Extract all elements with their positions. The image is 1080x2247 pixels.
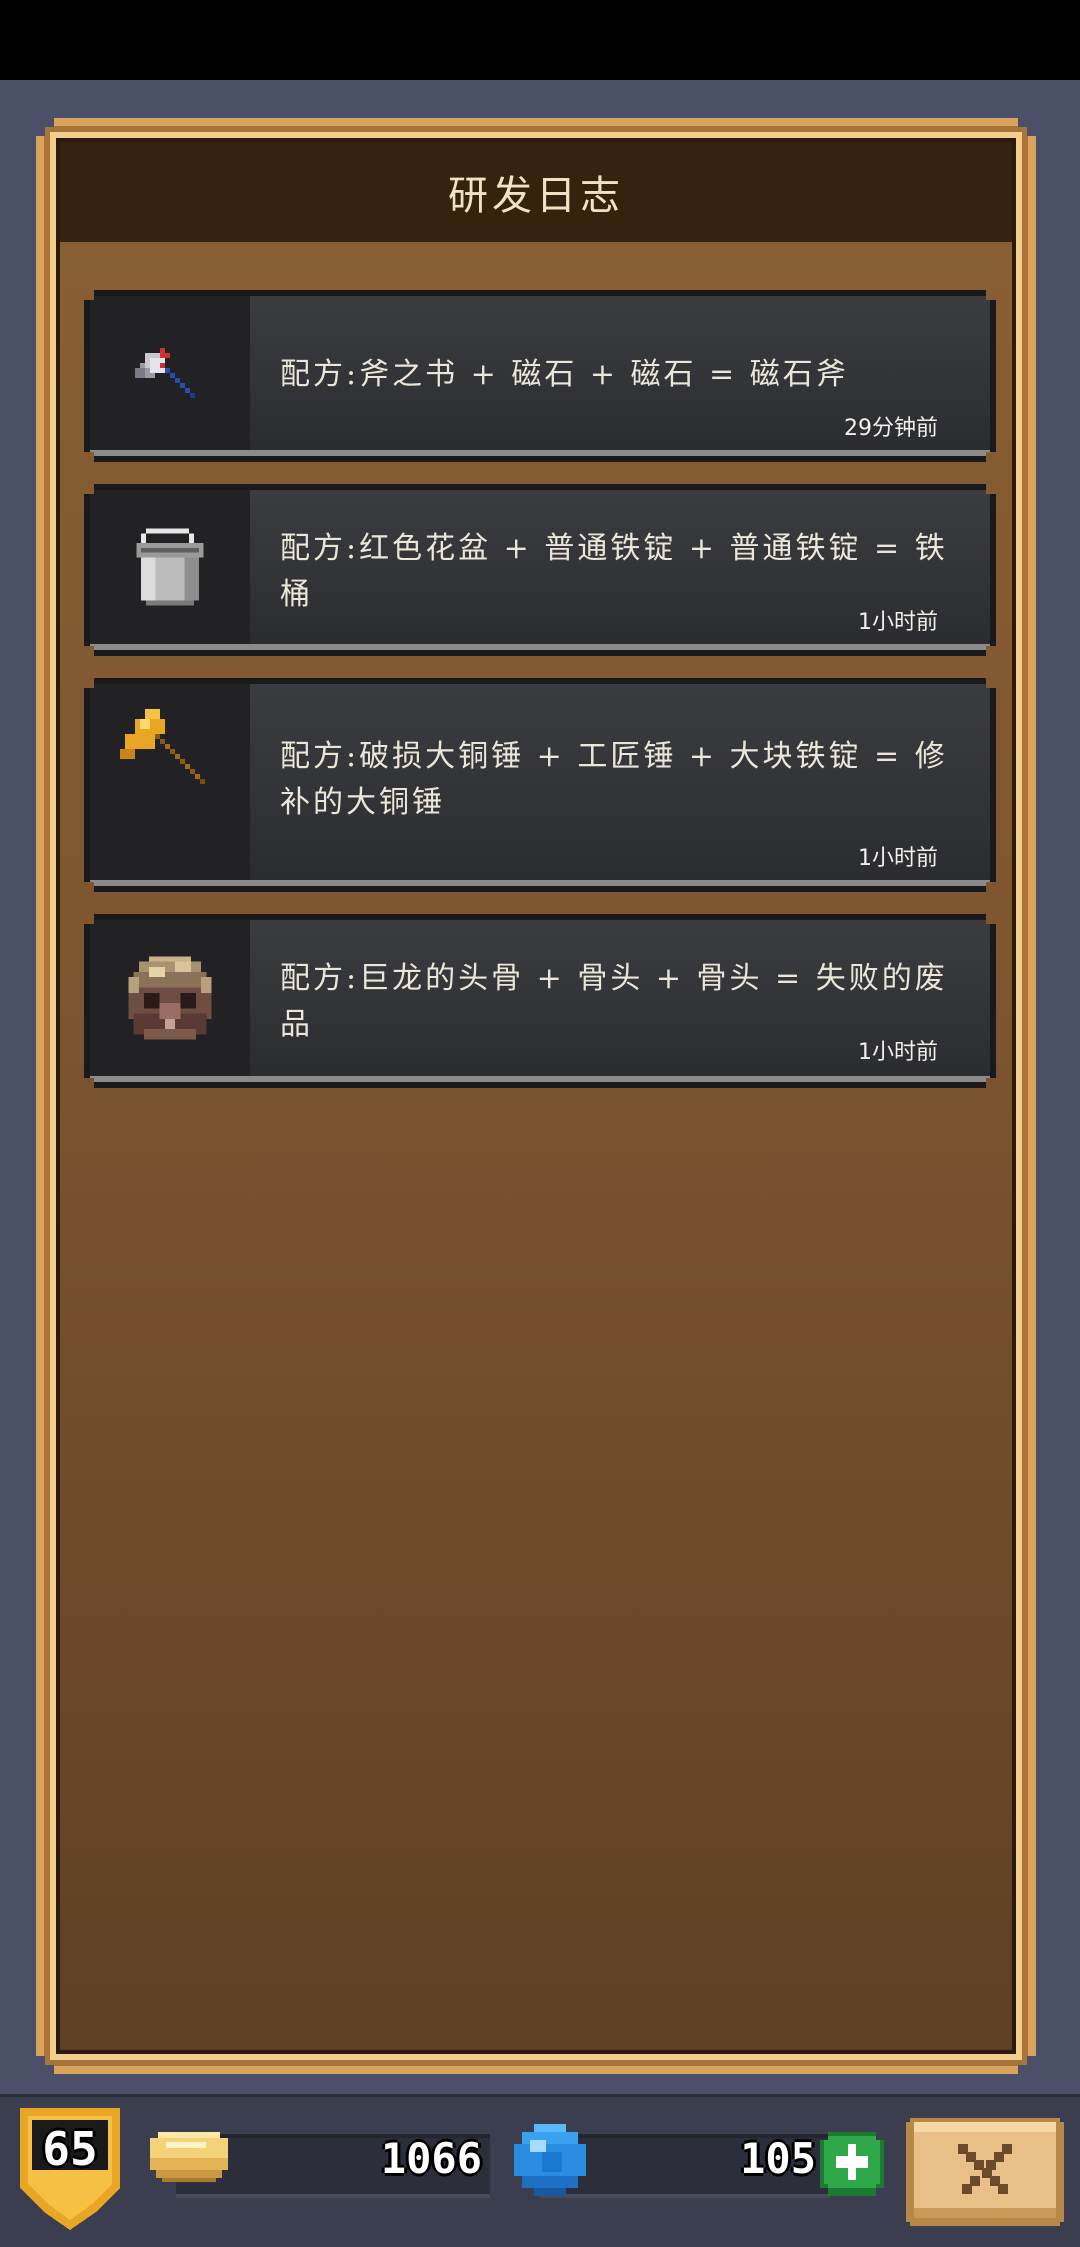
recipe-card-body: 配方:巨龙的头骨 + 骨头 + 骨头 = 失败的废品 1小时前: [90, 920, 990, 1082]
gold-coin-icon: [150, 2132, 228, 2182]
gem-amount: 105: [740, 2134, 816, 2183]
blue-gem-icon: [514, 2124, 586, 2196]
status-bar: [0, 0, 1080, 80]
recipe-formula: 配方:破损大铜锤 + 工匠锤 + 大块铁锭 = 修补的大铜锤: [280, 739, 948, 820]
player-level: 65: [42, 2122, 98, 2176]
recipe-icon-cell: [90, 920, 250, 1076]
recipe-entry[interactable]: 配方:红色花盆 + 普通铁锭 + 普通铁锭 = 铁桶 1小时前: [84, 484, 996, 656]
recipe-icon-cell: [90, 296, 250, 450]
recipe-entry[interactable]: 配方:斧之书 + 磁石 + 磁石 = 磁石斧 29分钟前: [84, 290, 996, 462]
panel-header: 研发日志: [60, 142, 1012, 242]
recipe-timestamp: 1小时前: [858, 1040, 938, 1065]
recipe-card-body: 配方:斧之书 + 磁石 + 磁石 = 磁石斧 29分钟前: [90, 296, 990, 456]
bronze-hammer-icon: [115, 704, 225, 814]
level-badge[interactable]: 65: [16, 2104, 124, 2234]
plus-icon[interactable]: [820, 2132, 884, 2196]
recipe-timestamp: 1小时前: [858, 610, 938, 635]
close-x-icon: [906, 2118, 1064, 2226]
iron-bucket-icon: [122, 519, 218, 615]
magnet-axe-icon: [120, 323, 220, 423]
recipe-entry[interactable]: 配方:巨龙的头骨 + 骨头 + 骨头 = 失败的废品 1小时前: [84, 914, 996, 1088]
recipe-card-body: 配方:破损大铜锤 + 工匠锤 + 大块铁锭 = 修补的大铜锤 1小时前: [90, 684, 990, 886]
close-button[interactable]: [906, 2118, 1064, 2226]
recipe-card-body: 配方:红色花盆 + 普通铁锭 + 普通铁锭 = 铁桶 1小时前: [90, 490, 990, 650]
recipe-formula: 配方:斧之书 + 磁石 + 磁石 = 磁石斧: [280, 357, 849, 392]
panel-title: 研发日志: [448, 173, 624, 219]
dragon-skull-icon: [118, 946, 222, 1050]
recipe-entry[interactable]: 配方:破损大铜锤 + 工匠锤 + 大块铁锭 = 修补的大铜锤 1小时前: [84, 678, 996, 892]
gold-amount: 1066: [380, 2134, 482, 2183]
recipe-timestamp: 29分钟前: [844, 416, 938, 441]
recipe-icon-cell: [90, 684, 250, 880]
recipe-timestamp: 1小时前: [858, 846, 938, 871]
recipe-icon-cell: [90, 490, 250, 644]
